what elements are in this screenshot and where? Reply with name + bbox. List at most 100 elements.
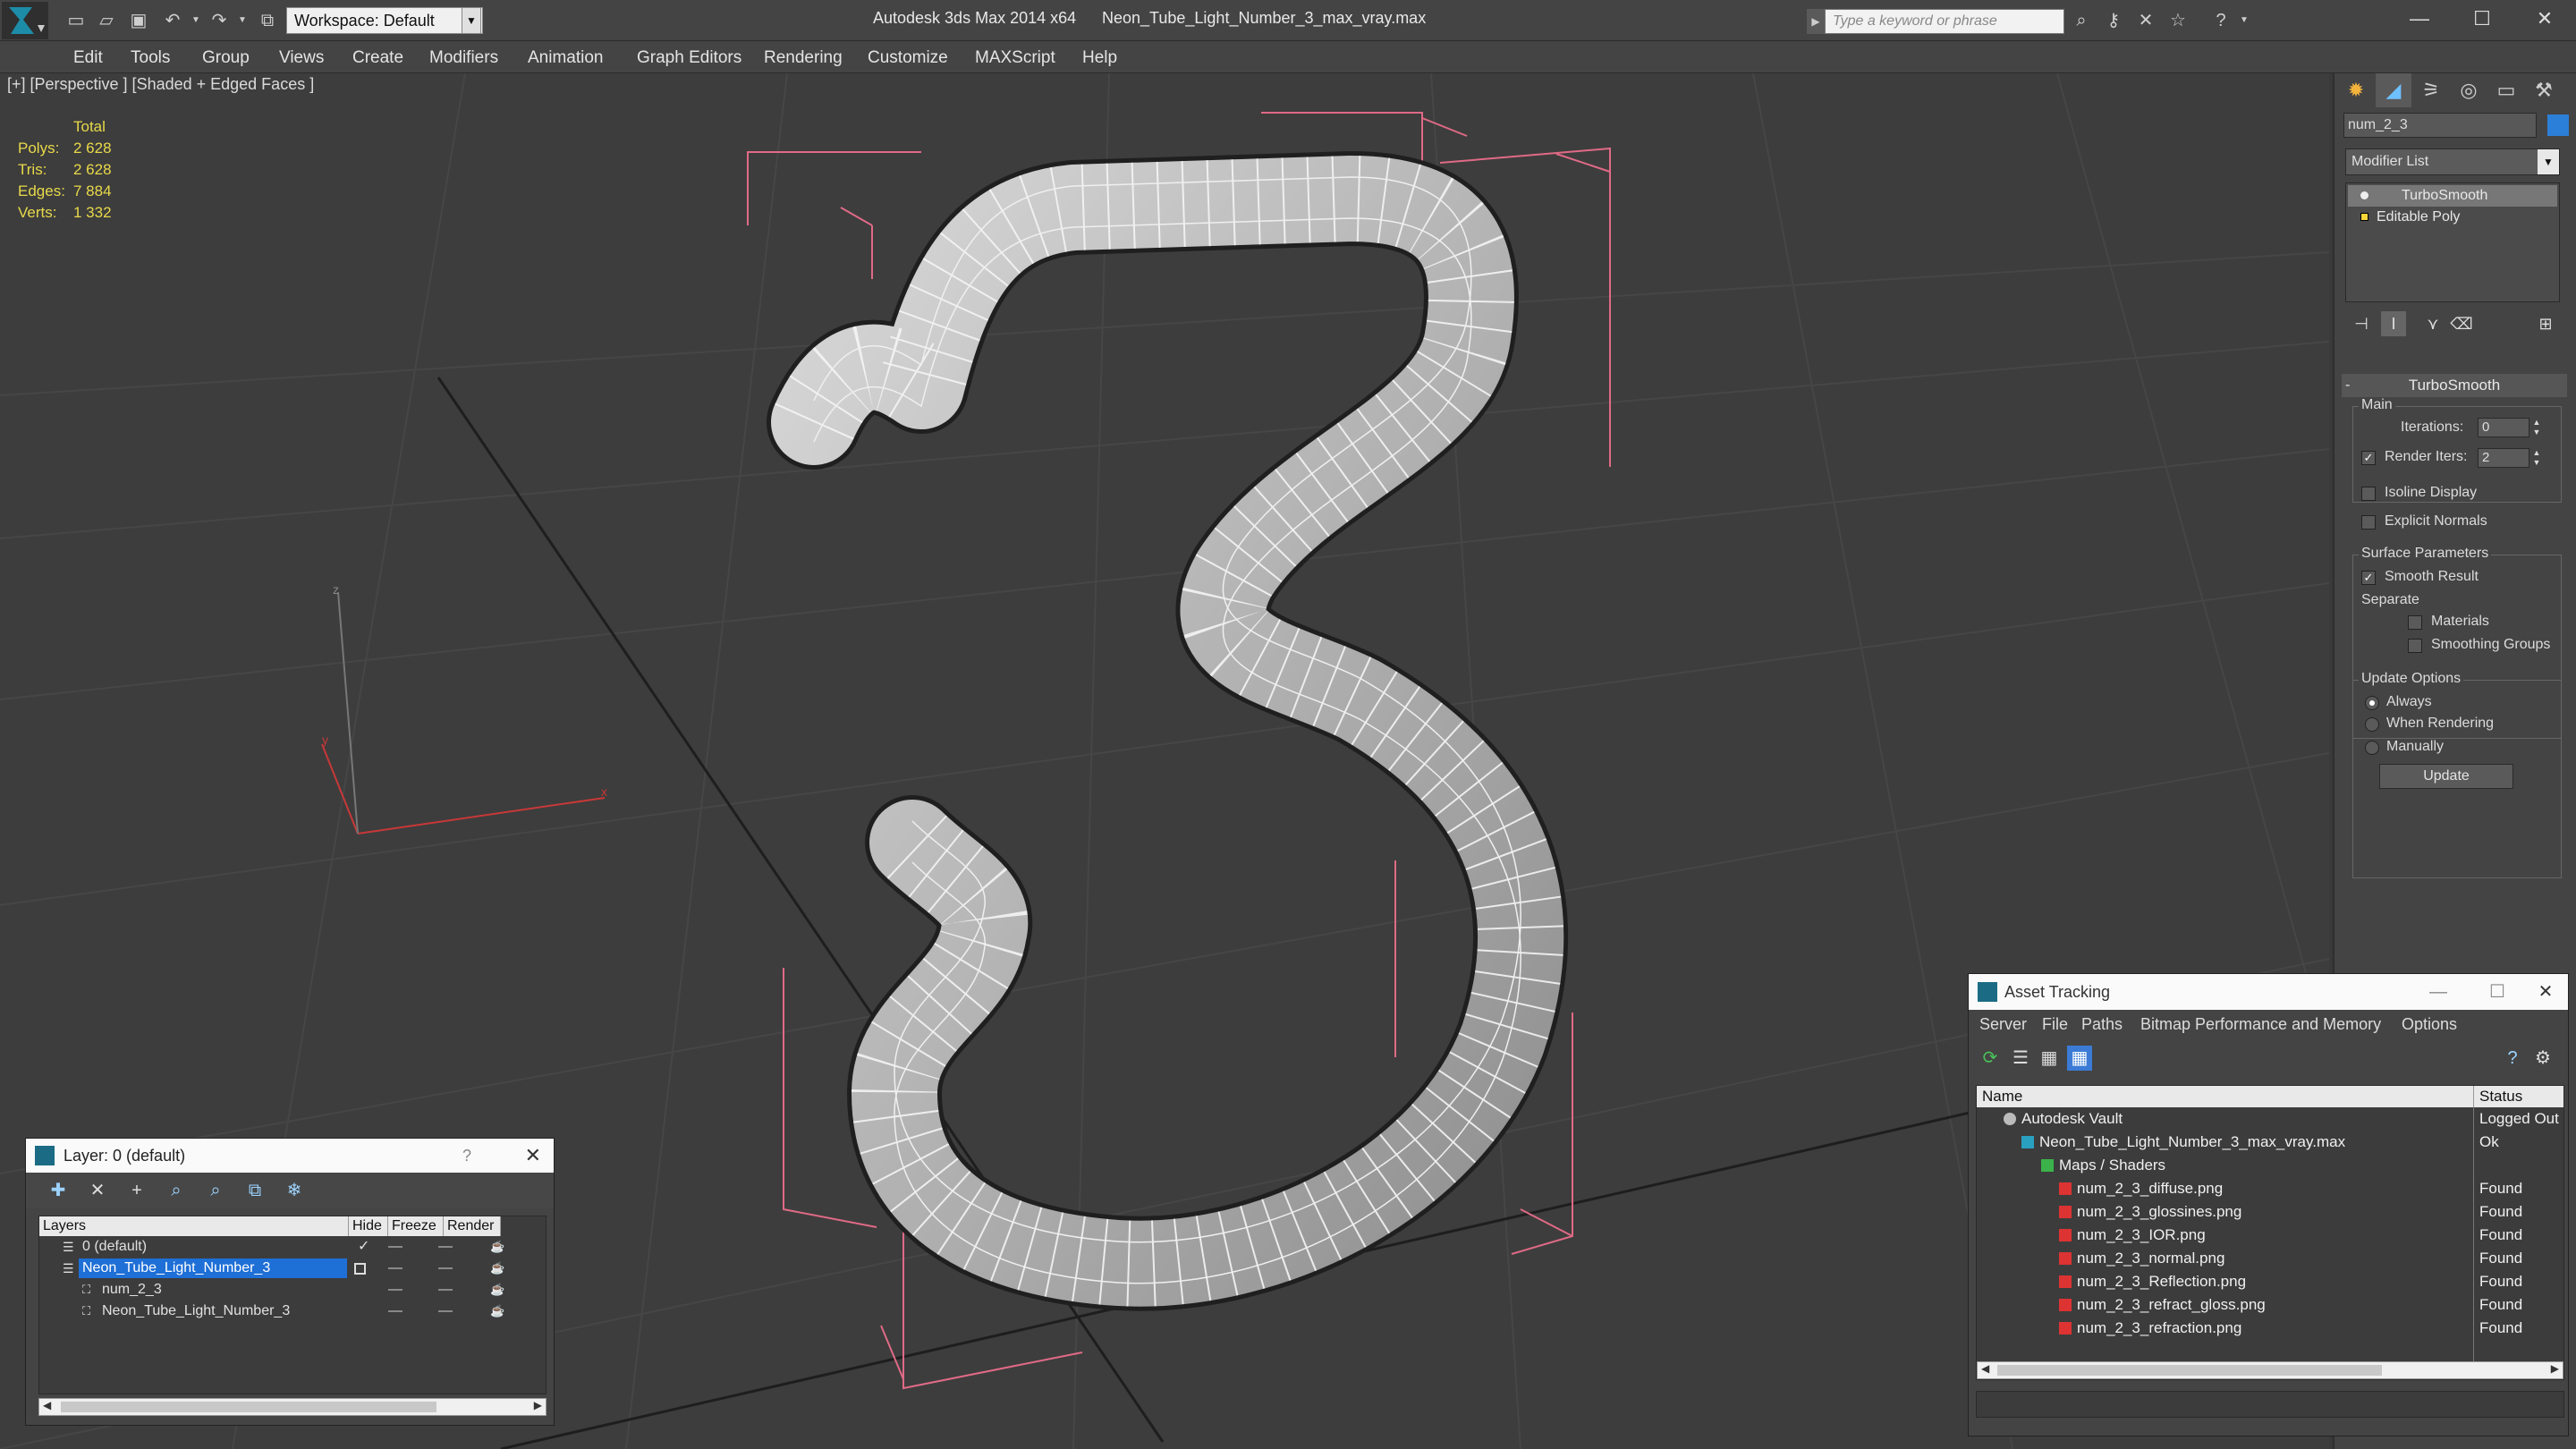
menu-bitmap-performance[interactable]: Bitmap Performance and Memory [2140,1015,2381,1034]
maximize-button[interactable]: ☐ [2451,0,2513,39]
menu-group[interactable]: Group [202,48,250,68]
undo-icon[interactable]: ↶ [161,9,184,32]
make-unique-icon[interactable]: ⋎ [2420,311,2445,336]
layer-row[interactable]: ☰ 0 (default) ✓ ☕ [39,1236,546,1258]
iterations-spinner[interactable]: 0 [2478,418,2529,437]
column-header-name[interactable]: Name [1977,1086,2474,1107]
freeze-toggle[interactable] [438,1267,453,1269]
asset-row[interactable]: num_2_3_normal.png Found [1977,1247,2563,1270]
layer-row[interactable]: ⛶ Neon_Tube_Light_Number_3 ☕ [39,1301,546,1322]
help-icon[interactable]: ? [2500,1046,2525,1071]
menu-graph-editors[interactable]: Graph Editors [637,48,741,68]
render-teapot-icon[interactable]: ☕ [490,1301,504,1322]
motion-tab-icon[interactable]: ◎ [2451,73,2487,107]
scroll-left-icon[interactable]: ◀ [43,1399,51,1411]
thumbnail-view-icon[interactable]: ▦ [2037,1046,2062,1071]
hierarchy-tab-icon[interactable]: ⚞ [2413,73,2449,107]
help-dropdown-icon[interactable]: ▼ [2233,9,2256,32]
dialog-titlebar[interactable]: Layer: 0 (default) ? ✕ [26,1139,554,1173]
column-header-layers[interactable]: Layers [39,1216,349,1236]
render-teapot-icon[interactable]: ☕ [490,1236,504,1258]
modifier-list-dropdown[interactable]: Modifier List ▼ [2345,148,2560,175]
hide-toggle[interactable] [388,1310,402,1312]
render-teapot-icon[interactable]: ☕ [490,1258,504,1279]
freeze-all-icon[interactable]: ❄ [282,1178,307,1203]
project-folder-icon[interactable]: ⧉ [256,9,279,32]
minimize-button[interactable]: — [2416,974,2461,1010]
show-end-result-icon[interactable]: Ⅰ [2381,311,2406,336]
asset-row[interactable]: Neon_Tube_Light_Number_3_max_vray.max Ok [1977,1131,2563,1154]
freeze-toggle[interactable] [438,1289,453,1291]
favorites-star-icon[interactable]: ☆ [2166,9,2190,32]
menu-rendering[interactable]: Rendering [764,48,843,68]
display-tab-icon[interactable]: ▭ [2488,73,2524,107]
binoculars-icon[interactable]: ⌕ [2070,9,2093,32]
hide-all-icon[interactable]: ⧉ [242,1178,267,1203]
column-header-render[interactable]: Render [444,1216,501,1236]
hide-toggle[interactable] [388,1246,402,1248]
isoline-display-checkbox[interactable] [2361,487,2376,501]
menu-maxscript[interactable]: MAXScript [975,48,1055,68]
menu-server[interactable]: Server [1979,1015,2027,1034]
scroll-right-icon[interactable]: ▶ [534,1399,542,1411]
hide-toggle[interactable] [388,1289,402,1291]
menu-edit[interactable]: Edit [73,48,103,68]
menu-animation[interactable]: Animation [528,48,604,68]
refresh-icon[interactable]: ⟳ [1978,1046,2003,1071]
object-color-swatch[interactable] [2547,114,2569,136]
update-button[interactable]: Update [2379,764,2513,789]
open-file-icon[interactable]: ▱ [95,9,118,32]
render-iters-spinner[interactable]: 2 [2478,448,2529,468]
key-icon[interactable]: ⚷ [2102,9,2125,32]
asset-row[interactable]: num_2_3_IOR.png Found [1977,1224,2563,1247]
asset-row[interactable]: num_2_3_Reflection.png Found [1977,1270,2563,1293]
expand-icon[interactable] [2360,213,2368,221]
viewport-label[interactable]: [+] [Perspective ] [Shaded + Edged Faces… [7,75,314,94]
layer-name[interactable]: 0 (default) [79,1237,150,1257]
layer-name[interactable]: num_2_3 [98,1280,165,1300]
highlight-layer-icon[interactable]: ⌕ [203,1178,228,1203]
smoothing-groups-checkbox[interactable] [2408,639,2422,653]
asset-row[interactable]: Autodesk Vault Logged Out [1977,1107,2563,1131]
save-file-icon[interactable]: ▣ [127,9,150,32]
help-button[interactable]: ? [462,1139,471,1173]
app-logo-icon[interactable] [2,2,48,39]
settings-icon[interactable]: ⚙ [2530,1046,2555,1071]
menu-help[interactable]: Help [1082,48,1117,68]
create-layer-icon[interactable]: ✚ [46,1178,71,1203]
chevron-down-icon[interactable]: ▼ [2538,149,2559,174]
close-icon[interactable]: ✕ [2523,974,2568,1010]
configure-sets-icon[interactable]: ⊞ [2533,311,2558,336]
spinner-arrows-icon[interactable]: ▲ ▼ [2531,418,2542,437]
menu-file[interactable]: File [2042,1015,2068,1034]
manually-radio[interactable] [2365,741,2379,755]
layer-row[interactable]: ☰ Neon_Tube_Light_Number_3 ☕ [39,1258,546,1279]
asset-row[interactable]: num_2_3_diffuse.png Found [1977,1177,2563,1200]
stack-item-editable-poly[interactable]: Editable Poly [2348,207,2557,228]
menu-tools[interactable]: Tools [131,48,170,68]
communication-icon[interactable]: ✕ [2134,9,2157,32]
collapse-icon[interactable]: - [2345,374,2350,397]
stack-item-turbosmooth[interactable]: TurboSmooth [2348,185,2557,207]
modifier-stack[interactable]: TurboSmooth Editable Poly [2345,182,2560,302]
always-radio[interactable] [2365,696,2379,710]
asset-row[interactable]: num_2_3_refract_gloss.png Found [1977,1293,2563,1317]
menu-modifiers[interactable]: Modifiers [429,48,498,68]
modify-tab-icon[interactable]: ◢ [2376,73,2411,107]
scroll-left-icon[interactable]: ◀ [1981,1362,1989,1375]
scroll-thumb[interactable] [61,1402,436,1412]
horizontal-scrollbar[interactable]: ◀ ▶ [1977,1361,2563,1379]
pin-stack-icon[interactable]: ⊣ [2349,311,2374,336]
maximize-button[interactable]: ☐ [2475,974,2520,1010]
materials-checkbox[interactable] [2408,615,2422,630]
new-file-icon[interactable]: ▭ [64,9,88,32]
spinner-arrows-icon[interactable]: ▲ ▼ [2531,448,2542,468]
menu-options[interactable]: Options [2402,1015,2457,1034]
bulb-icon[interactable] [2360,191,2368,199]
redo-icon[interactable]: ↷ [208,9,231,32]
remove-modifier-icon[interactable]: ⌫ [2449,311,2474,336]
delete-layer-icon[interactable]: ✕ [85,1178,110,1203]
asset-row[interactable]: num_2_3_refraction.png Found [1977,1317,2563,1340]
object-name-field[interactable]: num_2_3 [2343,113,2537,138]
utilities-tab-icon[interactable]: ⚒ [2526,73,2562,107]
